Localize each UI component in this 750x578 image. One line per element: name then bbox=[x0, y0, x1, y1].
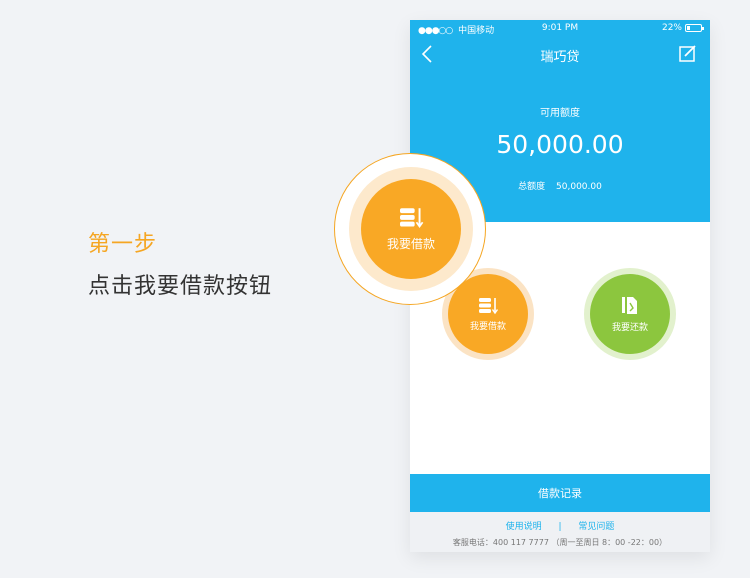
repay-button[interactable]: 我要还款 bbox=[590, 274, 670, 354]
step-label: 第一步 bbox=[88, 232, 158, 257]
faq-link[interactable]: 常见问题 bbox=[578, 522, 614, 532]
total-credit-label: 总额度 bbox=[518, 182, 546, 192]
repay-document-icon bbox=[622, 296, 637, 314]
nav-bar: 瑞巧贷 bbox=[410, 40, 710, 68]
battery-icon bbox=[685, 24, 704, 32]
repay-button-label: 我要还款 bbox=[611, 322, 648, 333]
coin-stack-icon bbox=[400, 207, 424, 228]
battery-status: 22% bbox=[661, 23, 704, 33]
step-description: 点击我要借款按钮 bbox=[88, 274, 273, 299]
callout-borrow-button[interactable]: 我要借款 bbox=[361, 179, 461, 279]
callout-borrow-label: 我要借款 bbox=[386, 236, 435, 251]
edit-icon bbox=[679, 45, 696, 62]
status-bar: ●●●○○ 中国移动 9:01 PM 22% bbox=[410, 20, 710, 36]
coin-stack-icon bbox=[479, 297, 498, 314]
loan-record-button[interactable]: 借款记录 bbox=[410, 474, 710, 512]
available-credit-label: 可用额度 bbox=[540, 108, 580, 119]
available-credit-amount: 50,000.00 bbox=[496, 130, 624, 159]
footer-separator: | bbox=[558, 522, 562, 532]
total-credit-amount: 50,000.00 bbox=[556, 182, 602, 192]
battery-percent: 22% bbox=[661, 23, 682, 33]
footer-links: 使用说明 | 常见问题 bbox=[410, 519, 710, 532]
page-title: 瑞巧贷 bbox=[540, 50, 580, 65]
edit-button[interactable] bbox=[678, 44, 698, 64]
borrow-button-label: 我要借款 bbox=[469, 321, 506, 332]
usage-instructions-link[interactable]: 使用说明 bbox=[506, 522, 542, 532]
customer-service-hotline: 客服电话：400 117 7777 （周一至周日 8：00 -22：00） bbox=[452, 538, 668, 547]
footer: 使用说明 | 常见问题 客服电话：400 117 7777 （周一至周日 8：0… bbox=[410, 512, 710, 552]
